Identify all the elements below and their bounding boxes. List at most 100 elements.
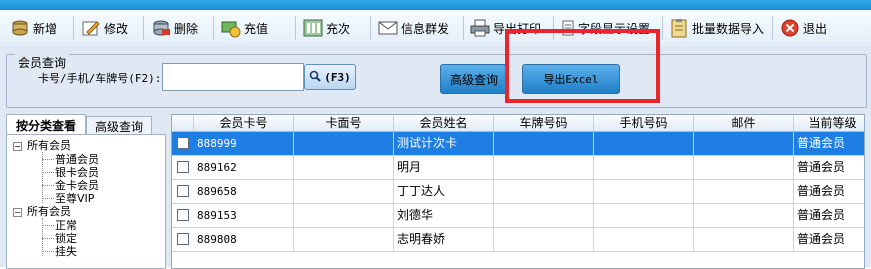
cell-level: 普通会员 <box>794 204 864 227</box>
table-row[interactable]: 889658 丁丁达人 普通会员 <box>172 180 864 204</box>
stack-add-icon <box>10 18 30 38</box>
main-area: 按分类查看 高级查询 − 所有会员 普通会员 银卡会员 金卡会员 至尊VIP −… <box>0 108 871 269</box>
collapse-icon[interactable]: − <box>13 142 22 151</box>
highlight-box <box>505 29 660 103</box>
table-header: 会员卡号 卡面号 会员姓名 车牌号码 手机号码 邮件 当前等级 <box>172 115 864 132</box>
row-checkbox[interactable] <box>177 209 189 221</box>
tree-connector <box>42 185 54 186</box>
column-header-face-no[interactable]: 卡面号 <box>294 115 394 131</box>
cell-email <box>694 180 794 203</box>
column-header-email[interactable]: 邮件 <box>694 115 794 131</box>
column-header-plate[interactable]: 车牌号码 <box>494 115 594 131</box>
member-table: 会员卡号 卡面号 会员姓名 车牌号码 手机号码 邮件 当前等级 888999 测… <box>171 114 865 269</box>
member-query-title: 会员查询 <box>15 54 70 71</box>
cell-plate <box>494 132 594 155</box>
cell-card-no: 888999 <box>194 132 294 155</box>
toolbar-divider <box>213 16 214 40</box>
cell-phone <box>594 180 694 203</box>
batch-import-button[interactable]: 批量数据导入 <box>669 14 764 42</box>
search-button[interactable]: (F3) <box>304 64 356 90</box>
cell-card-no: 889162 <box>194 156 294 179</box>
tree-node-status-locked[interactable]: 锁定 <box>55 232 77 245</box>
member-tree: − 所有会员 普通会员 银卡会员 金卡会员 至尊VIP − 所有会员 正常 锁定… <box>6 134 166 269</box>
exit-label: 退出 <box>803 21 828 36</box>
cell-level: 普通会员 <box>794 180 864 203</box>
cell-plate <box>494 180 594 203</box>
tree-node-all-members-status[interactable]: 所有会员 <box>27 205 71 218</box>
cell-email <box>694 228 794 251</box>
tree-connector <box>42 225 54 226</box>
cell-phone <box>594 132 694 155</box>
cell-face-no <box>294 228 394 251</box>
advanced-query-button[interactable]: 高级查询 <box>440 64 508 94</box>
mass-message-label: 信息群发 <box>401 21 450 36</box>
table-row[interactable]: 889153 刘德华 普通会员 <box>172 204 864 228</box>
tree-node-normal-member[interactable]: 普通会员 <box>55 153 99 166</box>
mass-message-button[interactable]: 信息群发 <box>378 14 449 42</box>
cell-face-no <box>294 156 394 179</box>
tab-advanced-query[interactable]: 高级查询 <box>86 116 152 135</box>
cell-name: 明月 <box>394 156 494 179</box>
table-row[interactable]: 888999 测试计次卡 普通会员 <box>172 132 864 156</box>
column-header-level[interactable]: 当前等级 <box>794 115 864 131</box>
exit-button[interactable]: 退出 <box>780 14 827 42</box>
cell-plate <box>494 204 594 227</box>
close-circle-icon <box>780 18 800 38</box>
cell-card-no: 889658 <box>194 180 294 203</box>
tree-node-gold-member[interactable]: 金卡会员 <box>55 179 99 192</box>
column-header-card-no[interactable]: 会员卡号 <box>194 115 294 131</box>
tab-category-view[interactable]: 按分类查看 <box>6 114 86 135</box>
cell-phone <box>594 156 694 179</box>
cell-card-no: 889153 <box>194 204 294 227</box>
cell-email <box>694 156 794 179</box>
tree-node-status-normal[interactable]: 正常 <box>55 219 77 232</box>
toolbar-divider <box>73 16 74 40</box>
add-label: 新增 <box>33 21 58 36</box>
recharge-count-button[interactable]: 充次 <box>303 14 350 42</box>
cell-level: 普通会员 <box>794 228 864 251</box>
search-input[interactable] <box>162 63 304 91</box>
edit-label: 修改 <box>104 21 129 36</box>
tree-connector <box>42 159 54 160</box>
row-checkbox[interactable] <box>177 185 189 197</box>
tree-connector <box>42 172 54 173</box>
add-button[interactable]: 新增 <box>10 14 57 42</box>
toolbar-divider <box>143 16 144 40</box>
cell-name: 测试计次卡 <box>394 132 494 155</box>
toolbar: 新增 修改 删除 充值 充次 信息群发 导出打印 字段显示设置 批量数据导入 退… <box>0 10 871 47</box>
tree-node-silver-member[interactable]: 银卡会员 <box>55 166 99 179</box>
collapse-icon[interactable]: − <box>13 208 22 217</box>
column-header-checkbox <box>172 115 194 131</box>
cell-face-no <box>294 180 394 203</box>
recharge-label: 充值 <box>244 21 269 36</box>
member-query-panel: 会员查询 卡号/手机/车牌号(F2): (F3) 高级查询 导出Excel <box>0 46 871 108</box>
row-checkbox[interactable] <box>177 161 189 173</box>
batch-import-label: 批量数据导入 <box>692 21 765 36</box>
tree-connector <box>42 198 54 199</box>
cell-level: 普通会员 <box>794 132 864 155</box>
cell-email <box>694 204 794 227</box>
table-row[interactable]: 889162 明月 普通会员 <box>172 156 864 180</box>
cell-face-no <box>294 204 394 227</box>
cell-plate <box>494 228 594 251</box>
row-checkbox[interactable] <box>177 233 189 245</box>
toolbar-divider <box>370 16 371 40</box>
recharge-button[interactable]: 充值 <box>221 14 268 42</box>
magnifier-icon <box>309 70 321 85</box>
toolbar-divider <box>772 16 773 40</box>
table-row[interactable]: 889808 志明春娇 普通会员 <box>172 228 864 252</box>
stack-delete-icon <box>151 18 171 38</box>
printer-icon <box>470 18 490 38</box>
row-checkbox[interactable] <box>177 137 189 149</box>
column-header-phone[interactable]: 手机号码 <box>594 115 694 131</box>
tree-node-status-lost[interactable]: 挂失 <box>55 245 77 258</box>
column-header-name[interactable]: 会员姓名 <box>394 115 494 131</box>
tree-node-vip-member[interactable]: 至尊VIP <box>55 192 94 205</box>
cell-card-no: 889808 <box>194 228 294 251</box>
cell-email <box>694 132 794 155</box>
edit-pencil-icon <box>81 18 101 38</box>
edit-button[interactable]: 修改 <box>81 14 128 42</box>
delete-button[interactable]: 删除 <box>151 14 198 42</box>
toolbar-divider <box>463 16 464 40</box>
tree-node-all-members[interactable]: 所有会员 <box>27 139 71 152</box>
